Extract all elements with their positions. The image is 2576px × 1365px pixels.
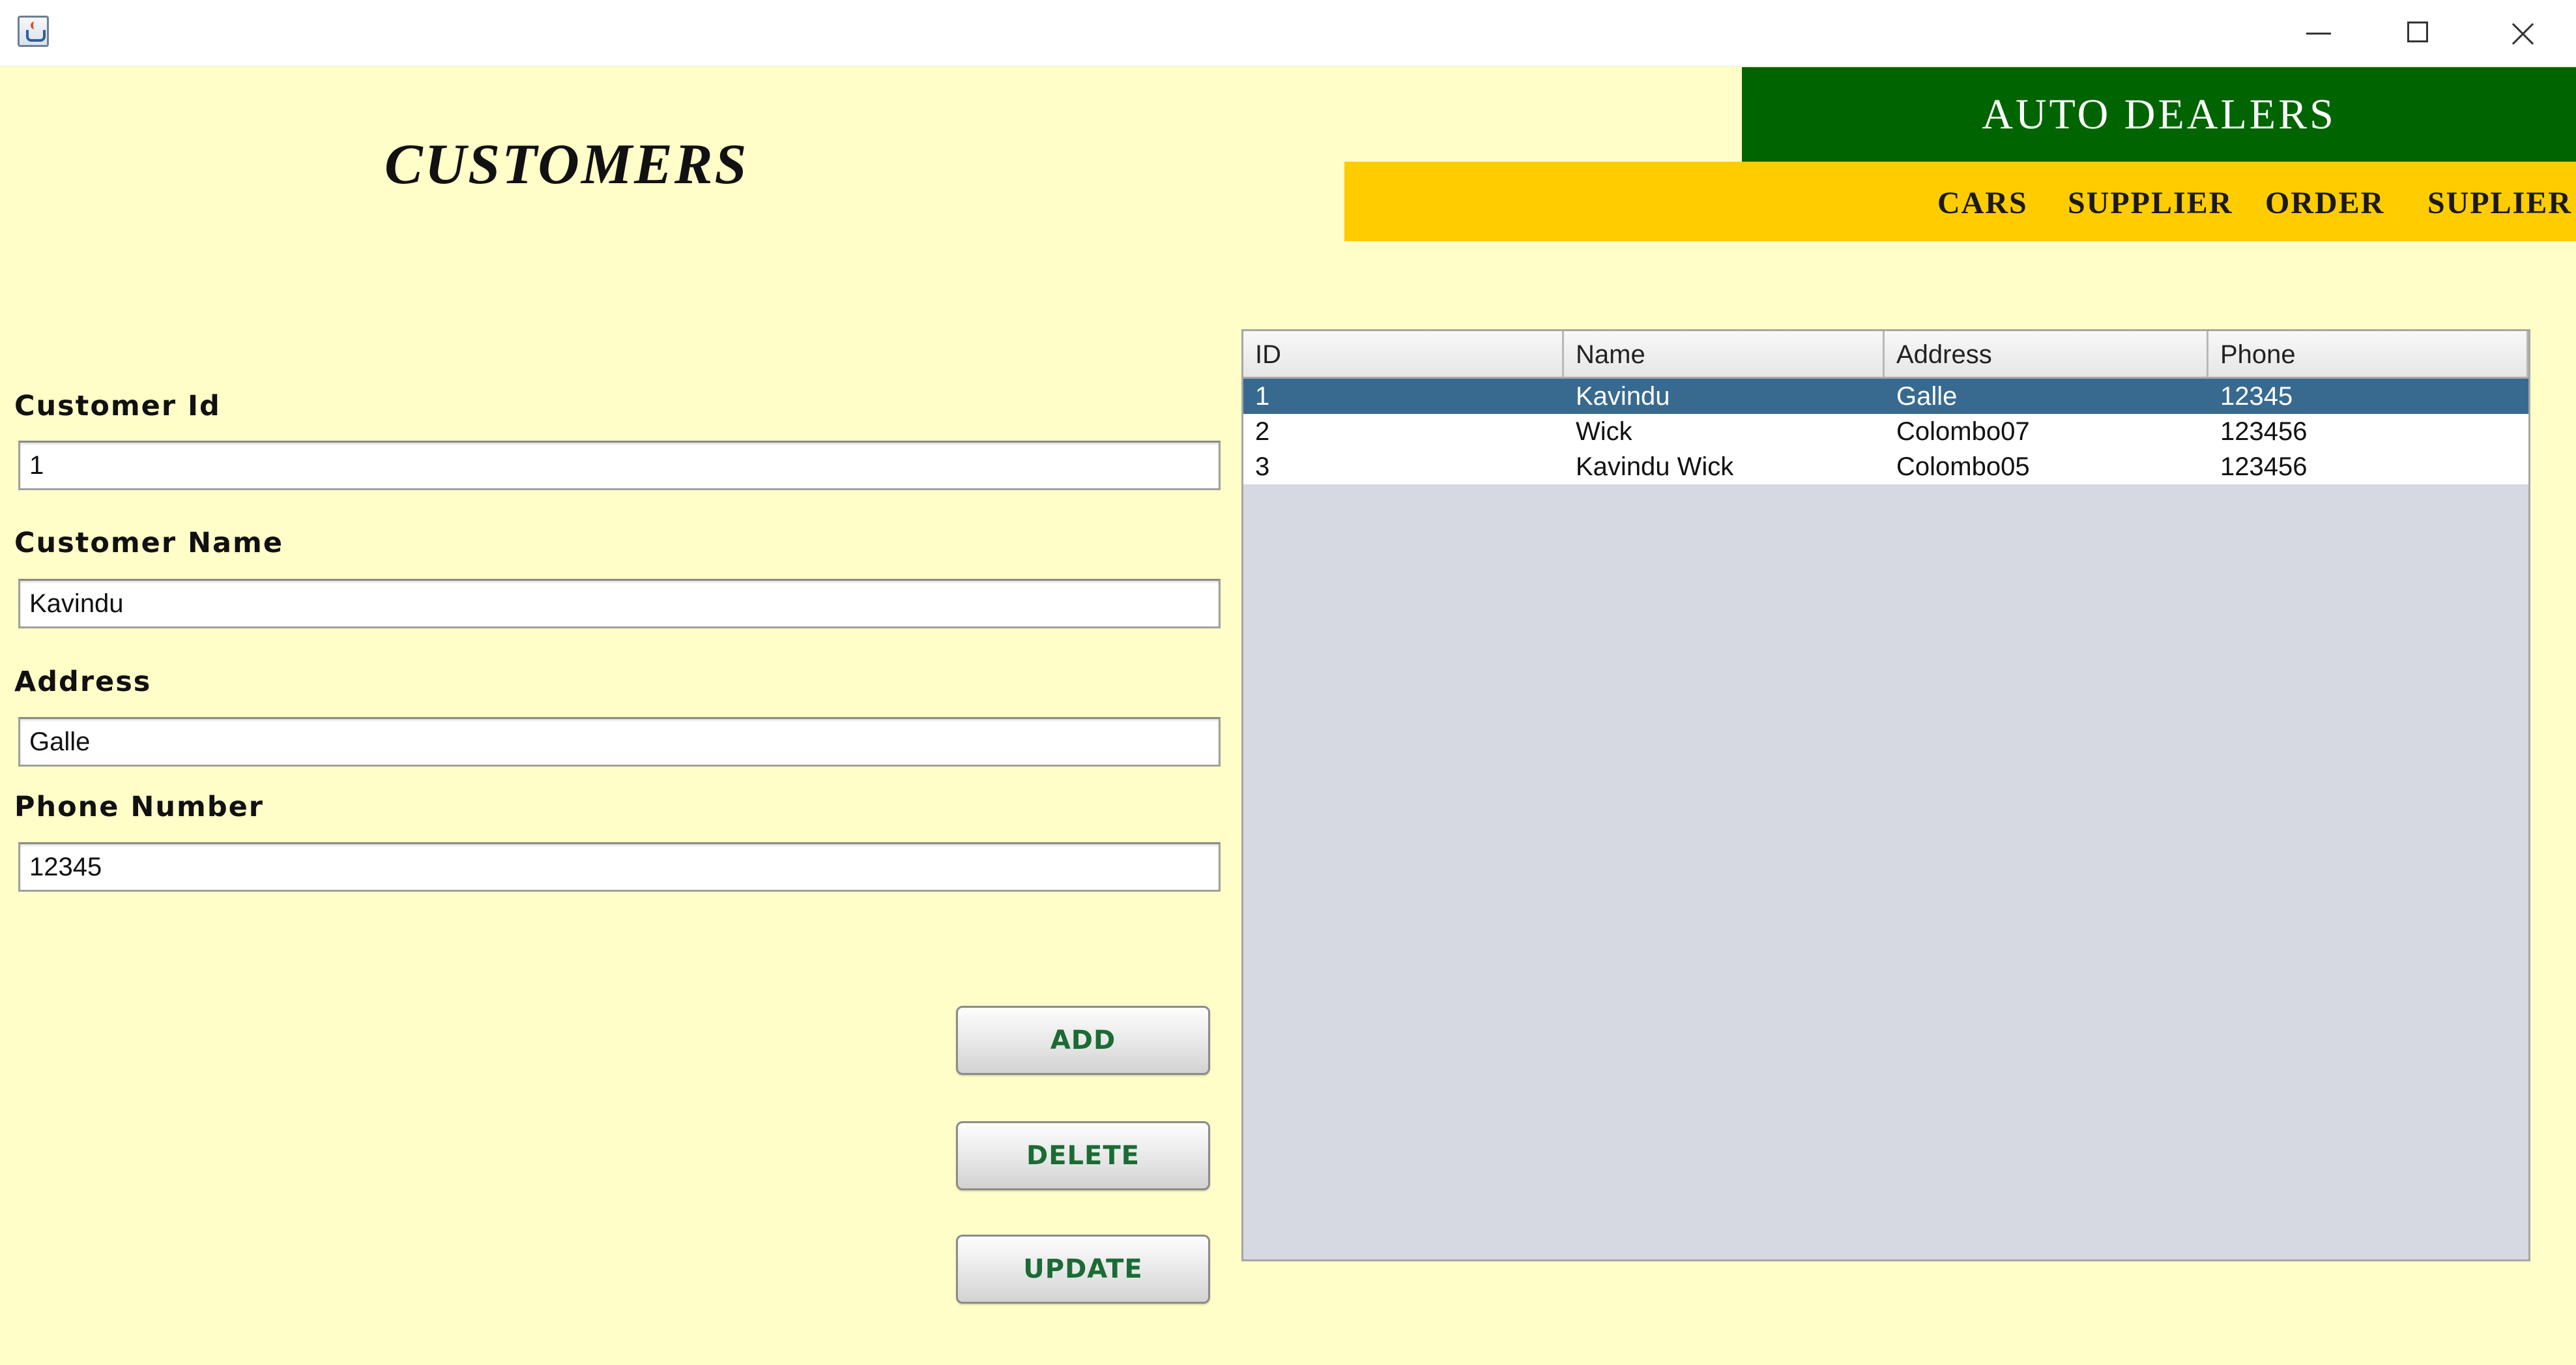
cell-id: 2 <box>1255 417 1270 446</box>
cell-id: 3 <box>1255 452 1270 481</box>
page-title: CUSTOMERS <box>384 133 749 196</box>
cell-phone: 123456 <box>2220 452 2308 481</box>
column-header-address[interactable]: Address <box>1885 331 2208 377</box>
table-header: ID Name Address Phone <box>1243 331 2528 379</box>
nav-item-suplier[interactable]: SUPLIER <box>2427 185 2572 221</box>
address-label: Address <box>14 666 152 698</box>
cell-name: Kavindu <box>1576 382 1670 411</box>
minimize-icon[interactable] <box>2271 0 2369 66</box>
cell-address: Colombo07 <box>1896 417 2030 446</box>
table-row[interactable]: 1 Kavindu Galle 12345 <box>1243 379 2528 414</box>
table-body: 1 Kavindu Galle 12345 2 Wick Colombo07 1… <box>1243 379 2528 484</box>
customer-id-label: Customer Id <box>14 390 221 422</box>
nav-bar: CARS SUPPLIER ORDER SUPLIER <box>1344 162 2576 241</box>
cell-address: Colombo05 <box>1896 452 2030 481</box>
maximize-icon[interactable] <box>2369 0 2467 66</box>
column-header-phone[interactable]: Phone <box>2208 331 2528 377</box>
column-header-id[interactable]: ID <box>1243 331 1564 377</box>
cell-phone: 12345 <box>2220 382 2293 411</box>
phone-number-input[interactable] <box>18 842 1221 892</box>
add-button[interactable]: ADD <box>956 1006 1210 1075</box>
cell-name: Wick <box>1576 417 1632 446</box>
customer-name-input[interactable] <box>18 579 1221 628</box>
window-title-bar <box>0 0 2576 66</box>
address-input[interactable] <box>18 717 1221 767</box>
cell-id: 1 <box>1255 382 1270 411</box>
table-row[interactable]: 2 Wick Colombo07 123456 <box>1243 414 2528 449</box>
nav-item-supplier[interactable]: SUPPLIER <box>2068 185 2233 221</box>
phone-number-label: Phone Number <box>14 791 264 823</box>
cell-name: Kavindu Wick <box>1576 452 1734 481</box>
update-button[interactable]: UPDATE <box>956 1235 1210 1304</box>
customers-table[interactable]: ID Name Address Phone 1 Kavindu Galle 12… <box>1241 329 2530 1261</box>
brand-banner: AUTO DEALERS <box>1742 67 2576 162</box>
delete-button[interactable]: DELETE <box>956 1121 1210 1190</box>
table-row[interactable]: 3 Kavindu Wick Colombo05 123456 <box>1243 449 2528 484</box>
java-app-icon[interactable] <box>18 16 49 47</box>
customer-id-input[interactable] <box>18 441 1221 490</box>
cell-phone: 123456 <box>2220 417 2308 446</box>
close-icon[interactable] <box>2473 0 2571 66</box>
customer-name-label: Customer Name <box>14 527 283 559</box>
cell-address: Galle <box>1896 382 1958 411</box>
column-header-name[interactable]: Name <box>1564 331 1885 377</box>
nav-item-order[interactable]: ORDER <box>2265 185 2384 221</box>
nav-item-cars[interactable]: CARS <box>1937 185 2028 221</box>
brand-title: AUTO DEALERS <box>1982 91 2336 138</box>
